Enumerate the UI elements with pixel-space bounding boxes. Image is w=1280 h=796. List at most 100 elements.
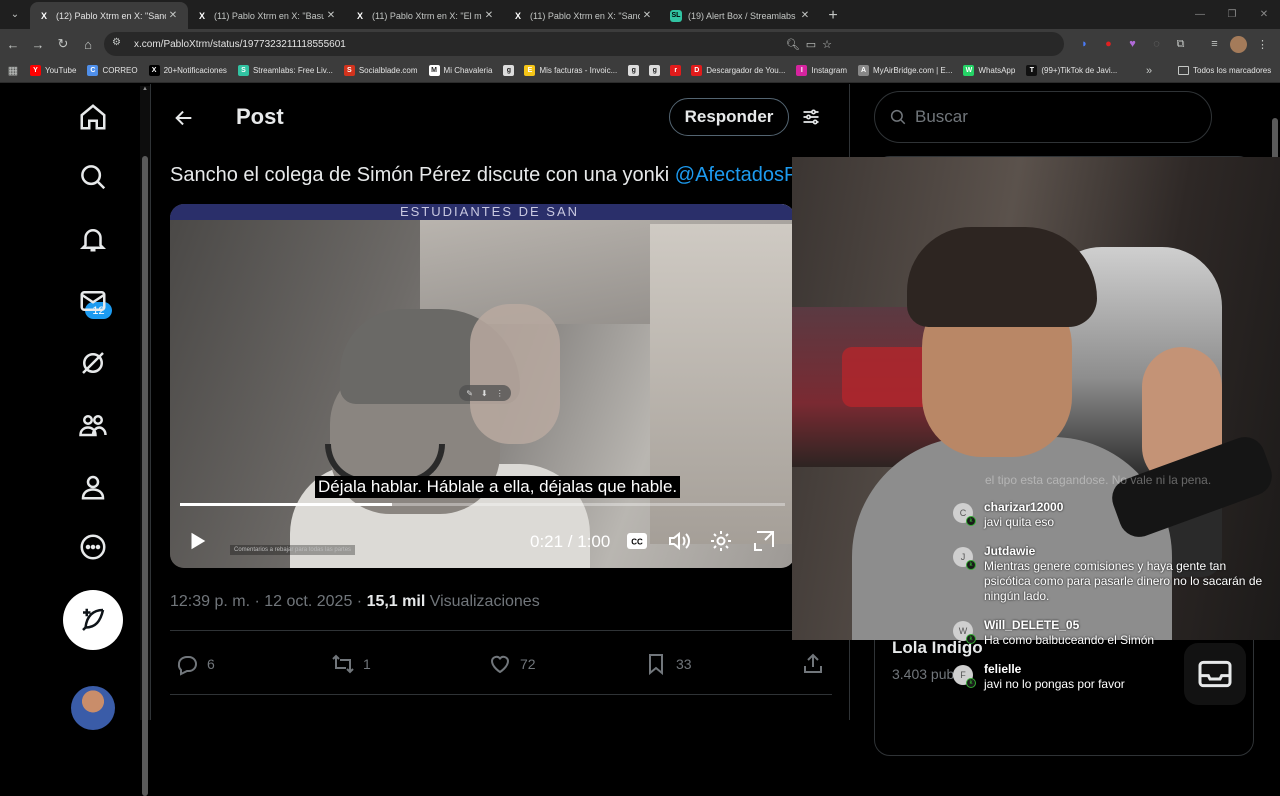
new-tab-button[interactable]: + — [820, 2, 846, 29]
bookmark-item[interactable]: g — [503, 65, 518, 76]
close-tab-icon[interactable]: ✕ — [166, 10, 180, 21]
browser-tab-5[interactable]: SL (19) Alert Box / Streamlabs ✕ — [662, 2, 820, 29]
minimize-icon[interactable]: — — [1184, 9, 1216, 20]
left-scrollbar[interactable]: ▲ — [140, 86, 150, 796]
video-progress-bar[interactable] — [180, 503, 785, 506]
video-player[interactable]: ESTUDIANTES DE SAN ✎ ⬇ ⋮ Déjala hablar. Há… — [170, 204, 795, 568]
browser-tab-3[interactable]: X (11) Pablo Xtrm en X: "El maestro ✕ — [346, 2, 504, 29]
extension-icon[interactable]: ♥ — [1124, 36, 1141, 53]
apps-grid-icon[interactable]: ▦ — [0, 64, 26, 77]
profile-avatar-icon[interactable] — [1230, 35, 1247, 53]
all-bookmarks-button[interactable]: Todos los marcadores — [1178, 66, 1271, 75]
download-icon[interactable]: ⬇ — [481, 389, 488, 398]
bookmark-item[interactable]: S Streamlabs: Free Liv... — [237, 65, 333, 76]
bookmark-favicon-icon: T — [1026, 65, 1038, 76]
fullscreen-exit-icon[interactable] — [752, 529, 776, 553]
reply-bubble-icon — [177, 656, 197, 676]
back-arrow-icon[interactable] — [173, 107, 195, 129]
communities-icon[interactable] — [76, 408, 110, 442]
bookmark-item[interactable]: g — [649, 65, 664, 76]
like-action[interactable]: 72 — [488, 652, 536, 676]
repost-action[interactable]: 1 — [331, 652, 371, 676]
bookmark-action[interactable]: 33 — [644, 652, 692, 676]
bookmark-item[interactable]: Y YouTube — [30, 65, 76, 76]
bookmark-item[interactable]: r — [670, 65, 685, 76]
bookmark-star-icon[interactable]: ☆ — [822, 38, 832, 51]
browser-tab-2[interactable]: X (11) Pablo Xtrm en X: "BasukO ✕ — [188, 2, 346, 29]
search-placeholder: Buscar — [915, 107, 968, 126]
repost-count: 1 — [363, 656, 371, 672]
address-bar[interactable]: ⚙ x.com/PabloXtrm/status/197732321111855… — [104, 32, 1064, 56]
reload-icon[interactable]: ↻ — [51, 32, 75, 56]
browser-tab-4[interactable]: X (11) Pablo Xtrm en X: "Sancho el ✕ — [504, 2, 662, 29]
captions-icon[interactable]: CC — [625, 529, 649, 553]
scrollbar-thumb[interactable] — [142, 156, 148, 796]
home-icon[interactable]: ⌂ — [76, 32, 100, 56]
extension-icon[interactable]: ◗ — [1076, 36, 1093, 53]
extension-icon[interactable]: ◌ — [1148, 36, 1165, 53]
notifications-bell-icon[interactable] — [76, 222, 110, 256]
reply-action[interactable]: 6 — [175, 652, 215, 676]
browser-tab-1[interactable]: X (12) Pablo Xtrm en X: "Sancho el coleg… — [30, 2, 188, 29]
streamer-hair — [907, 227, 1097, 327]
search-icon[interactable] — [76, 160, 110, 194]
divider — [170, 630, 832, 631]
restore-icon[interactable]: ❐ — [1216, 9, 1248, 20]
divider — [170, 694, 832, 695]
bookmark-item[interactable]: W WhatsApp — [963, 65, 1015, 76]
close-tab-icon[interactable]: ✕ — [482, 10, 496, 21]
puzzle-icon[interactable]: ⧉ — [1172, 36, 1189, 53]
menu-kebab-icon[interactable]: ⋮ — [1254, 36, 1271, 53]
views-label: Visualizaciones — [425, 593, 540, 610]
zoom-icon[interactable]: 🔍︎ — [786, 38, 800, 51]
folder-icon — [1178, 66, 1189, 75]
site-info-icon[interactable]: ⚙ — [112, 37, 126, 51]
profile-icon[interactable] — [76, 470, 110, 504]
close-window-icon[interactable]: ✕ — [1248, 9, 1280, 20]
scroll-up-icon[interactable]: ▲ — [142, 86, 148, 92]
bookmark-item[interactable]: T (99+)TikTok de Javi... — [1026, 65, 1117, 76]
url-text: x.com/PabloXtrm/status/19773232111185556… — [134, 38, 346, 50]
compose-post-button[interactable] — [63, 590, 123, 650]
video-mini-controls[interactable]: ✎ ⬇ ⋮ — [459, 385, 511, 401]
bookmark-item[interactable]: D Descargador de You... — [691, 65, 785, 76]
messages-envelope-icon[interactable] — [76, 284, 110, 318]
play-icon[interactable] — [186, 529, 208, 553]
tab-search-icon[interactable]: ≡ — [1206, 36, 1223, 53]
cast-icon[interactable]: ▭ — [806, 38, 816, 51]
tab-search-button[interactable]: ⌄ — [2, 3, 28, 25]
post-body: Sancho el colega de Simón Pérez discute … — [170, 164, 675, 186]
browser-tab-strip: ⌄ X (12) Pablo Xtrm en X: "Sancho el col… — [0, 0, 1280, 29]
bookmark-item[interactable]: S Socialblade.com — [343, 65, 418, 76]
back-icon[interactable]: ← — [1, 32, 25, 56]
bookmark-count: 33 — [676, 656, 692, 672]
bookmark-item[interactable]: X 20+Notificaciones — [148, 65, 227, 76]
bookmark-item[interactable]: I Instagram — [796, 65, 847, 76]
account-avatar[interactable] — [71, 686, 115, 730]
bookmark-item[interactable]: M Mi Chavaleria — [428, 65, 492, 76]
search-input[interactable]: Buscar — [874, 91, 1212, 143]
close-tab-icon[interactable]: ✕ — [798, 10, 812, 21]
messages-drawer-button[interactable] — [1184, 643, 1246, 705]
close-tab-icon[interactable]: ✕ — [640, 10, 654, 21]
share-action[interactable] — [801, 652, 825, 676]
reply-button[interactable]: Responder — [669, 98, 789, 136]
volume-icon[interactable] — [667, 529, 691, 553]
bookmark-item[interactable]: E Mis facturas - Invoic... — [524, 65, 617, 76]
more-options-icon[interactable] — [76, 530, 110, 564]
bookmark-item[interactable]: A MyAirBridge.com | E... — [857, 65, 952, 76]
close-tab-icon[interactable]: ✕ — [324, 10, 338, 21]
x-logo-icon: X — [198, 10, 205, 21]
bookmark-item[interactable]: g — [628, 65, 643, 76]
settings-gear-icon[interactable] — [709, 529, 733, 553]
pin-icon[interactable]: ✎ — [466, 389, 473, 398]
more-bookmarks-icon[interactable]: » — [1146, 65, 1152, 77]
extension-icon[interactable]: ● — [1100, 36, 1117, 53]
grok-icon[interactable] — [76, 346, 110, 380]
like-count: 72 — [520, 656, 536, 672]
sliders-icon[interactable] — [801, 107, 821, 127]
more-icon[interactable]: ⋮ — [496, 389, 504, 398]
bookmark-item[interactable]: C CORREO — [87, 65, 138, 76]
forward-icon[interactable]: → — [26, 32, 50, 56]
home-icon[interactable] — [76, 100, 110, 134]
